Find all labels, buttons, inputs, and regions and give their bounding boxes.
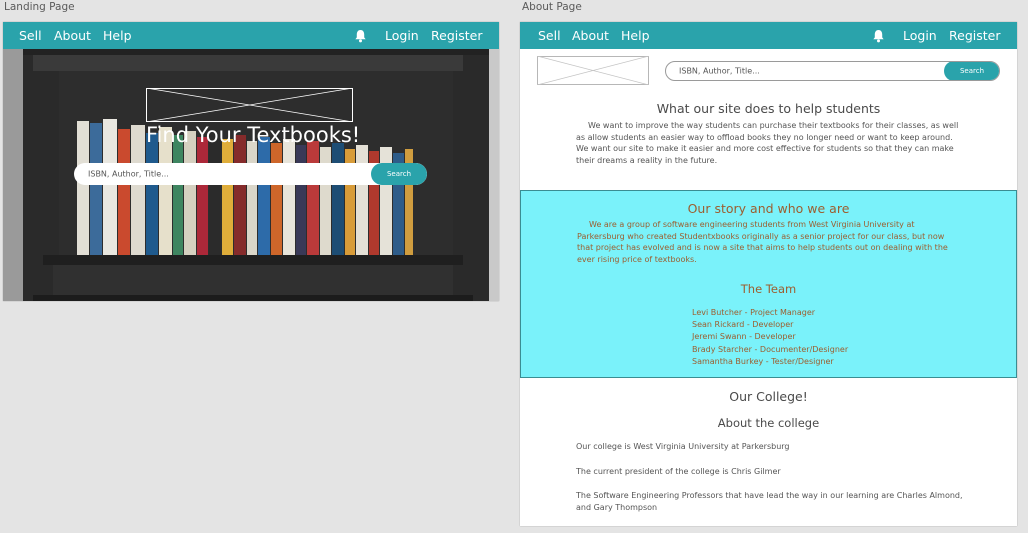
story-description: We are a group of software engineering s… <box>577 220 948 264</box>
story-section: Our story and who we are We are a group … <box>520 190 1017 378</box>
team-list: Levi Butcher - Project Manager Sean Rick… <box>692 307 848 368</box>
nav-help[interactable]: Help <box>103 28 132 43</box>
logo-placeholder <box>537 56 649 85</box>
landing-search-button[interactable]: Search <box>371 163 427 185</box>
site-heading: What our site does to help students <box>656 101 881 116</box>
team-member: Sean Rickard - Developer <box>692 320 794 330</box>
college-line: The Software Engineering Professors that… <box>576 491 963 512</box>
nav-sell[interactable]: Sell <box>19 28 42 43</box>
hero-title: Find Your Textbooks! <box>146 123 361 147</box>
nav-register[interactable]: Register <box>949 28 1000 43</box>
about-navbar: Sell About Help Login Register <box>520 22 1017 49</box>
nav-about[interactable]: About <box>54 28 91 43</box>
college-line: Our college is West Virginia University … <box>576 442 790 451</box>
bell-icon[interactable] <box>872 29 885 43</box>
nav-sell[interactable]: Sell <box>538 28 561 43</box>
about-college-heading: About the college <box>717 416 820 430</box>
nav-about[interactable]: About <box>572 28 609 43</box>
about-search-bar: ISBN, Author, Title... Search <box>665 61 1000 81</box>
team-member: Jeremi Swann - Developer <box>692 332 796 342</box>
about-search-button[interactable]: Search <box>944 62 999 80</box>
team-member: Samantha Burkey - Tester/Designer <box>692 356 834 366</box>
about-search-input[interactable]: ISBN, Author, Title... <box>679 67 760 76</box>
landing-artboard-label: Landing Page <box>4 1 75 13</box>
nav-login[interactable]: Login <box>385 28 419 43</box>
landing-page-artboard: Sell About Help Login Register Find Your… <box>3 22 499 301</box>
team-member: Brady Starcher - Documenter/Designer <box>692 344 849 354</box>
landing-navbar: Sell About Help Login Register <box>3 22 499 49</box>
bell-icon[interactable] <box>354 29 367 43</box>
team-heading: The Team <box>740 282 797 296</box>
nav-register[interactable]: Register <box>431 28 482 43</box>
landing-search-bar: ISBN, Author, Title... Search <box>74 163 427 185</box>
site-description: We want to improve the way students can … <box>576 121 959 165</box>
about-artboard-label: About Page <box>522 1 582 13</box>
landing-search-input[interactable]: ISBN, Author, Title... <box>88 170 169 179</box>
team-member: Levi Butcher - Project Manager <box>692 308 816 317</box>
college-heading: Our College! <box>729 389 808 404</box>
college-line: The current president of the college is … <box>576 467 781 476</box>
about-page-artboard: Sell About Help Login Register ISBN, Aut… <box>520 22 1017 526</box>
nav-help[interactable]: Help <box>621 28 650 43</box>
nav-login[interactable]: Login <box>903 28 937 43</box>
story-heading: Our story and who we are <box>687 201 850 216</box>
logo-placeholder <box>146 88 353 122</box>
